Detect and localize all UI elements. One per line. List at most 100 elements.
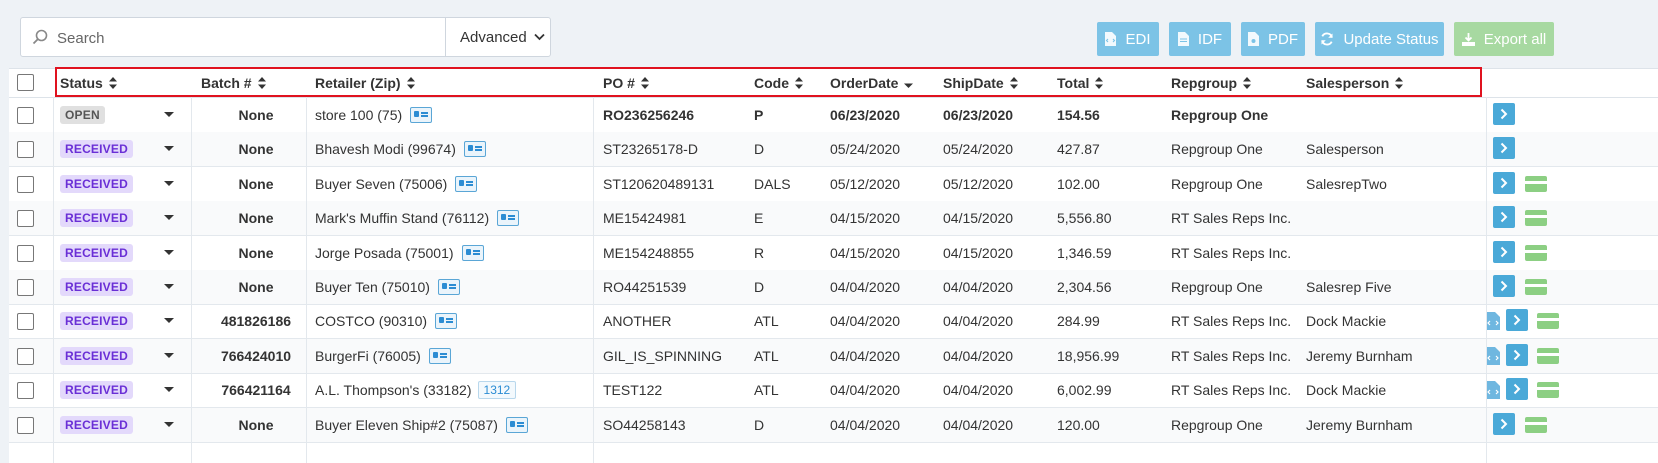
status-dropdown-caret-icon[interactable] bbox=[164, 421, 174, 427]
view-order-button[interactable] bbox=[1493, 275, 1515, 297]
view-order-button[interactable] bbox=[1506, 378, 1528, 401]
status-dropdown-caret-icon[interactable] bbox=[164, 249, 174, 255]
view-order-button[interactable] bbox=[1493, 240, 1515, 263]
retailer-name[interactable]: BurgerFi (76005) bbox=[315, 348, 421, 364]
retailer-name[interactable]: COSTCO (90310) bbox=[315, 313, 427, 329]
update-status-button[interactable]: Update Status bbox=[1315, 22, 1444, 56]
status-dropdown-caret-icon[interactable] bbox=[164, 352, 174, 358]
table-row[interactable]: RECEIVED Mark's Muffin Stand (76112) None M… bbox=[9, 201, 1658, 237]
contact-card-icon[interactable] bbox=[463, 141, 486, 158]
idf-button-label: IDF bbox=[1197, 30, 1223, 48]
table-row[interactable]: RECEIVED Bhavesh Modi (99674) None ST232651… bbox=[9, 132, 1658, 168]
retailer-name[interactable]: A.L. Thompson's (33182) bbox=[315, 382, 472, 398]
payment-icon[interactable] bbox=[1537, 313, 1559, 330]
edi-document-icon[interactable] bbox=[1486, 312, 1500, 331]
edi-button[interactable]: EDI bbox=[1097, 22, 1159, 56]
contact-card-icon[interactable] bbox=[410, 107, 433, 123]
retailer-name[interactable]: Buyer Ten (75010) bbox=[315, 279, 430, 295]
search-input[interactable] bbox=[55, 18, 459, 58]
col-status[interactable]: Status bbox=[60, 69, 117, 97]
edi-document-icon[interactable] bbox=[1486, 381, 1500, 400]
view-order-button[interactable] bbox=[1493, 206, 1515, 229]
row-checkbox[interactable] bbox=[17, 313, 34, 331]
table-row[interactable]: RECEIVED Buyer Eleven Ship#2 (75087) None S… bbox=[9, 407, 1658, 443]
column-divider bbox=[53, 97, 54, 463]
row-checkbox[interactable] bbox=[17, 347, 34, 365]
table-row[interactable]: RECEIVED Buyer Ten (75010) None RO44251539 D… bbox=[9, 270, 1658, 305]
salesperson-cell: Dock Mackie bbox=[1306, 313, 1387, 330]
status-dropdown-caret-icon[interactable] bbox=[164, 112, 174, 117]
view-order-button[interactable] bbox=[1493, 103, 1515, 125]
payment-icon[interactable] bbox=[1537, 347, 1559, 364]
status-dropdown-caret-icon[interactable] bbox=[164, 180, 174, 186]
status-dropdown-caret-icon[interactable] bbox=[164, 387, 174, 393]
contact-card-icon[interactable] bbox=[437, 279, 460, 295]
column-divider bbox=[1486, 97, 1487, 463]
retailer-name[interactable]: Buyer Eleven Ship#2 (75087) bbox=[315, 417, 498, 433]
col-repgroup[interactable]: Repgroup bbox=[1171, 69, 1252, 97]
payment-icon[interactable] bbox=[1525, 416, 1547, 433]
row-checkbox[interactable] bbox=[17, 416, 34, 434]
col-orderdate[interactable]: OrderDate bbox=[830, 69, 914, 97]
payment-icon[interactable] bbox=[1537, 382, 1559, 399]
table-row[interactable]: RECEIVED A.L. Thompson's (33182) 1312 76642… bbox=[9, 373, 1658, 409]
idf-button[interactable]: IDF bbox=[1169, 22, 1231, 56]
repgroup-cell: RT Sales Reps Inc. bbox=[1171, 210, 1292, 227]
table-row[interactable]: OPEN store 100 (75) None RO236256246 P 06/23/… bbox=[9, 98, 1658, 133]
export-all-button[interactable]: Export all bbox=[1454, 22, 1554, 56]
retailer-name[interactable]: Buyer Seven (75006) bbox=[315, 176, 447, 192]
pdf-button[interactable]: PDF bbox=[1241, 22, 1305, 56]
row-checkbox[interactable] bbox=[17, 244, 34, 262]
table-row[interactable]: RECEIVED COSTCO (90310) 481826186 ANOTHER AT… bbox=[9, 304, 1658, 340]
col-batch[interactable]: Batch # bbox=[201, 69, 266, 97]
contact-card-icon[interactable] bbox=[435, 313, 458, 330]
contact-card-icon[interactable] bbox=[455, 175, 478, 192]
retailer-name[interactable]: store 100 (75) bbox=[315, 107, 402, 123]
col-batch-cell: None bbox=[238, 279, 274, 295]
view-order-button[interactable] bbox=[1493, 412, 1515, 435]
contact-card-icon[interactable] bbox=[461, 244, 484, 261]
chevron-right-icon bbox=[1500, 246, 1508, 257]
row-checkbox[interactable] bbox=[17, 210, 34, 228]
col-shipdate[interactable]: ShipDate bbox=[943, 69, 1018, 97]
payment-icon[interactable] bbox=[1525, 279, 1547, 295]
status-dropdown-caret-icon[interactable] bbox=[164, 215, 174, 221]
edi-document-icon[interactable] bbox=[1486, 346, 1500, 365]
status-dropdown-caret-icon[interactable] bbox=[164, 318, 174, 324]
col-salesperson[interactable]: Salesperson bbox=[1306, 69, 1404, 97]
contact-card-icon[interactable] bbox=[505, 416, 528, 433]
row-checkbox[interactable] bbox=[17, 382, 34, 400]
code-cell: ATL bbox=[754, 382, 779, 399]
col-total[interactable]: Total bbox=[1057, 69, 1104, 97]
payment-icon[interactable] bbox=[1525, 175, 1547, 192]
table-row[interactable]: RECEIVED BurgerFi (76005) 766424010 GIL_IS_… bbox=[9, 338, 1658, 374]
table-row[interactable]: RECEIVED Buyer Seven (75006) None ST1206204… bbox=[9, 167, 1658, 202]
retailer-count-badge[interactable]: 1312 bbox=[477, 381, 517, 400]
col-retailer-label: Retailer (Zip) bbox=[315, 75, 401, 91]
payment-icon[interactable] bbox=[1525, 244, 1547, 261]
col-po[interactable]: PO # bbox=[603, 69, 649, 97]
view-order-button[interactable] bbox=[1506, 309, 1528, 332]
retailer-name[interactable]: Bhavesh Modi (99674) bbox=[315, 141, 456, 157]
view-order-button[interactable] bbox=[1493, 137, 1515, 160]
row-checkbox[interactable] bbox=[17, 107, 34, 124]
payment-icon[interactable] bbox=[1525, 210, 1547, 227]
table-row[interactable]: RECEIVED Jorge Posada (75001) None ME154248… bbox=[9, 236, 1658, 271]
row-checkbox[interactable] bbox=[17, 279, 34, 296]
view-order-button[interactable] bbox=[1506, 343, 1528, 366]
retailer-name[interactable]: Jorge Posada (75001) bbox=[315, 245, 454, 261]
row-checkbox[interactable] bbox=[17, 175, 34, 193]
row-checkbox[interactable] bbox=[17, 141, 34, 159]
view-order-button[interactable] bbox=[1493, 171, 1515, 194]
retailer-name[interactable]: Mark's Muffin Stand (76112) bbox=[315, 210, 489, 226]
code-cell: P bbox=[754, 107, 764, 123]
contact-card-icon[interactable] bbox=[428, 347, 451, 364]
col-code[interactable]: Code bbox=[754, 69, 803, 97]
contact-card-icon[interactable] bbox=[497, 210, 520, 227]
status-dropdown-caret-icon[interactable] bbox=[164, 146, 174, 152]
select-all-checkbox[interactable] bbox=[17, 74, 34, 91]
total-cell: 2,304.56 bbox=[1057, 279, 1112, 295]
advanced-dropdown[interactable]: Advanced bbox=[445, 18, 551, 56]
status-dropdown-caret-icon[interactable] bbox=[164, 284, 174, 289]
col-retailer[interactable]: Retailer (Zip) bbox=[315, 69, 415, 97]
